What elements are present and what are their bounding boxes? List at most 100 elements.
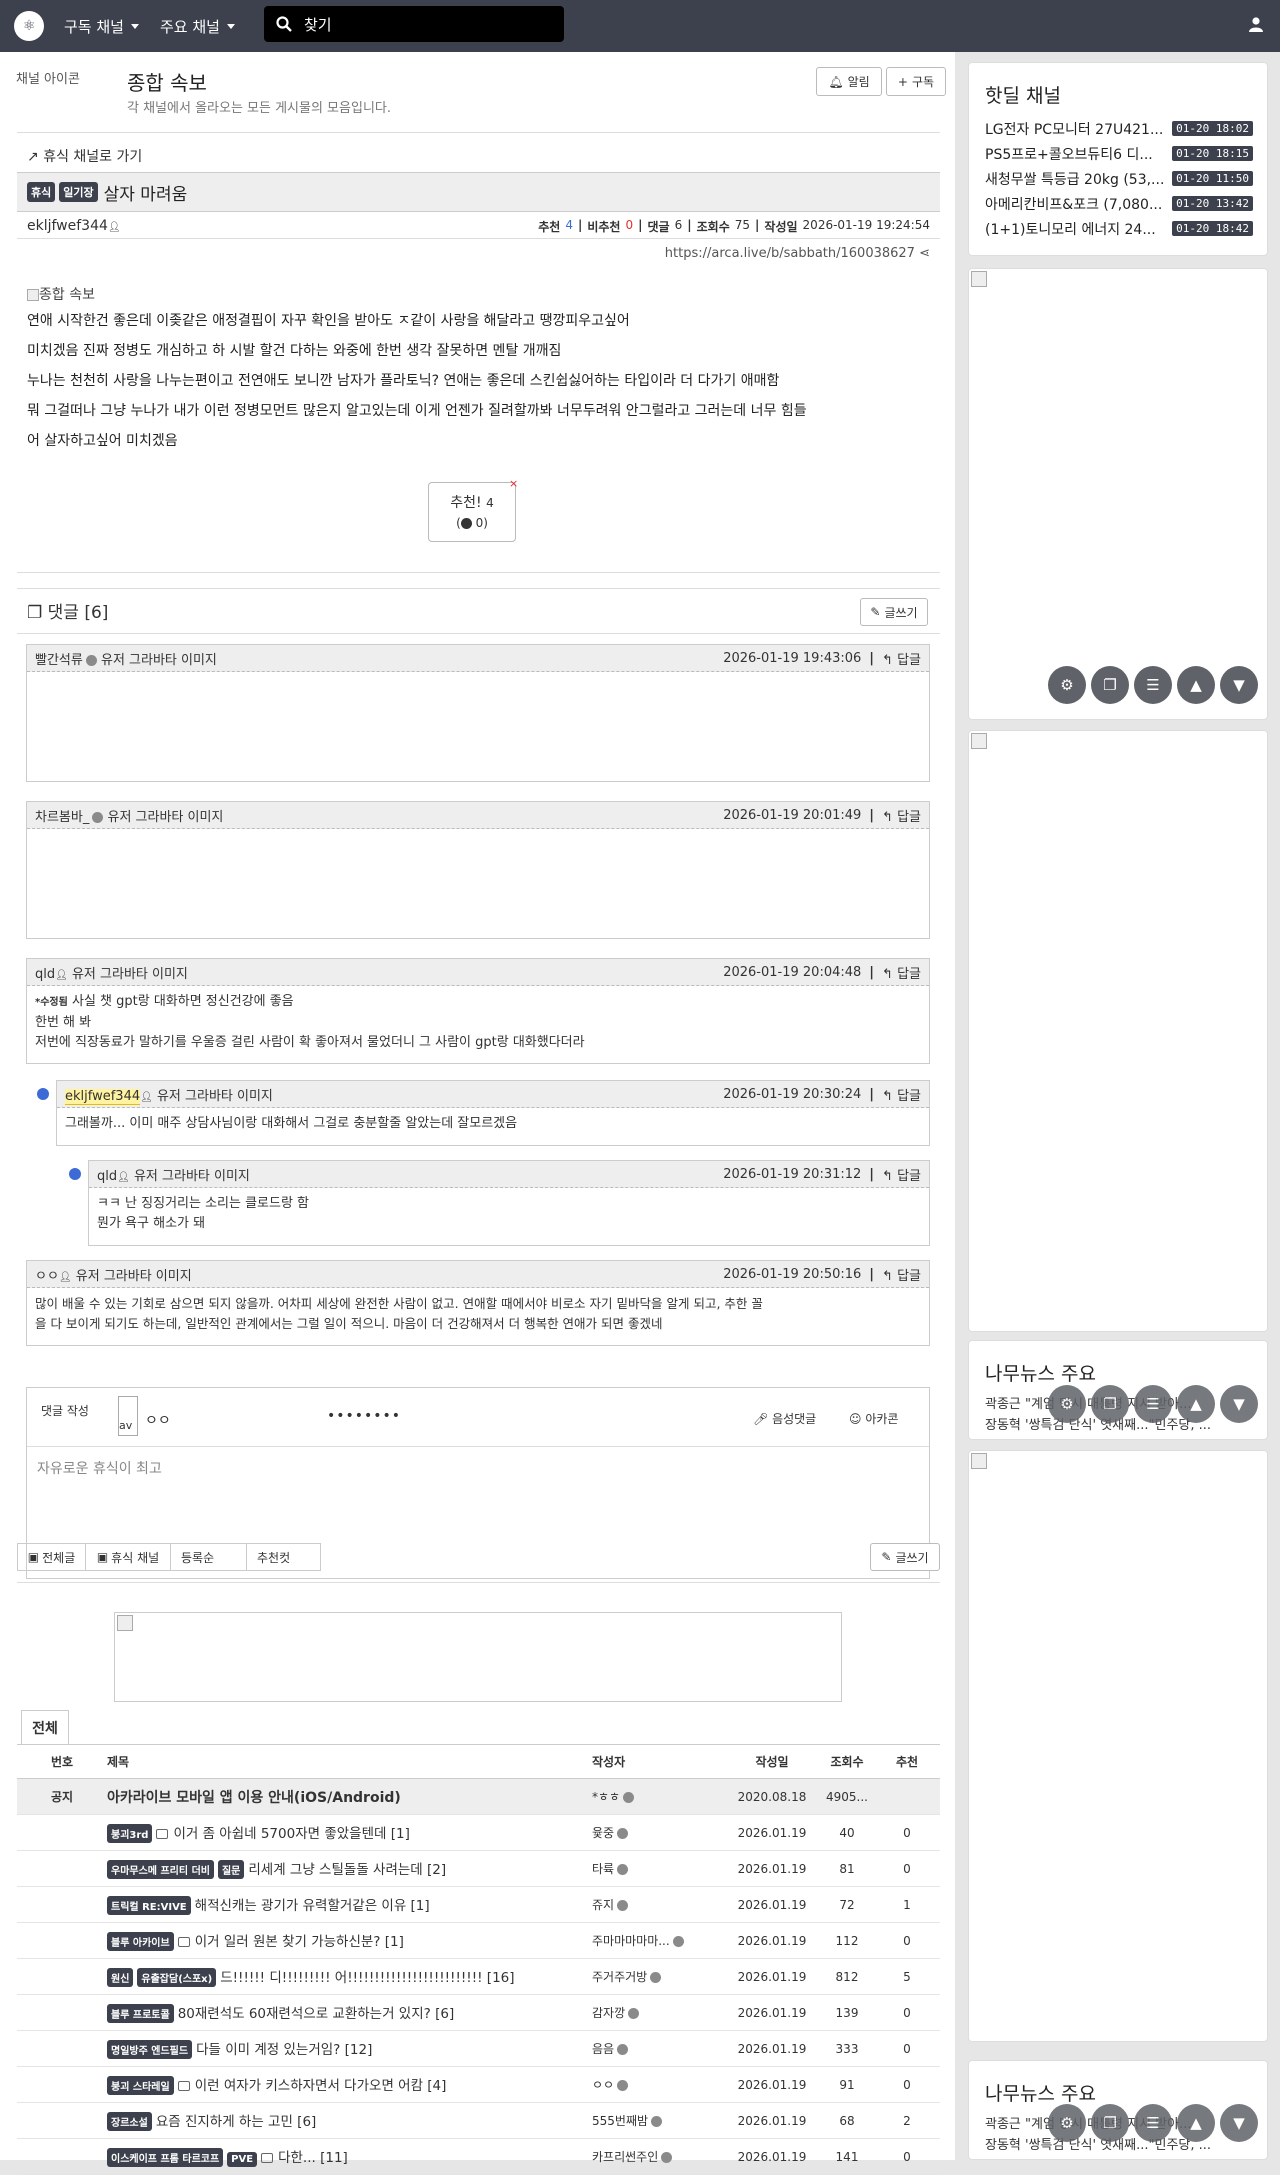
row-author[interactable]: 주마마마마마... [592,1934,670,1948]
ad-banner[interactable] [114,1612,842,1702]
row-author[interactable]: 쥬지 [592,1898,614,1912]
comment-user[interactable]: ekljfwef344 [65,1088,141,1105]
comment-user[interactable]: qld [97,1169,117,1184]
row-author[interactable]: 윷중 [592,1826,614,1840]
table-row[interactable]: 블루 프로토콜 80재련석도 60재련석으로 교환하는거 있지? [6] 감자깡 … [17,1995,940,2031]
post-url-link[interactable]: https://arca.live/b/sabbath/160038627 ⋖ [600,246,930,261]
main-channels-dropdown[interactable]: 주요 채널 [160,0,235,52]
hotdeal-item[interactable]: LG전자 PC모니터 27U421... 01-20 18:02 [969,116,1267,141]
back-to-channel-link[interactable]: ↗ 휴식 채널로 가기 [27,146,142,166]
comment-user[interactable]: 차르봄바_ [35,810,89,825]
row-title-cell[interactable]: 블루 프로토콜 80재련석도 60재련석으로 교환하는거 있지? [6] [107,2002,592,2023]
comment-user[interactable]: qld [35,967,55,982]
comment-user[interactable]: ㅇㅇ [35,1269,59,1284]
voice-comment-button[interactable]: 🎤︎ 음성댓글 [753,1410,816,1427]
category-badge[interactable]: 질문 [217,1860,245,1879]
close-icon[interactable]: × [509,477,518,490]
write-comment-button[interactable]: ✎ 글쓰기 [860,598,928,626]
post-list-button[interactable]: ☰ [1134,666,1172,704]
row-title-cell[interactable]: 붕괴3rd 이거 좀 아쉽네 5700자면 좋았을텐데 [1] [107,1822,592,1843]
category-badge[interactable]: 명일방주 엔드필드 [107,2040,193,2059]
tab-all[interactable]: 전체 [21,1710,69,1744]
category-badge[interactable]: 우마무스메 프리티 더비 [107,1860,214,1879]
reply-button[interactable]: ↰ 답글 [882,649,921,668]
category-badge[interactable]: 휴식 [27,182,56,202]
hotdeal-item[interactable]: 아메리칸비프&포크 (7,080... 01-20 13:42 [969,191,1267,216]
comment-user[interactable]: 빨간석류 [35,653,83,668]
write-post-button[interactable]: ✎ 글쓰기 [870,1543,940,1571]
post-list-button[interactable]: ☰ [1134,2104,1172,2142]
scroll-top-button[interactable]: ▲ [1177,2104,1215,2142]
row-title-cell[interactable]: 원신 유출잡담(스포x) 드!!!!!! 디!!!!!!!!! 어!!!!!!!!!… [107,1966,592,1987]
table-row[interactable]: 붕괴3rd 이거 좀 아쉽네 5700자면 좋았을텐데 [1] 윷중 2026.0… [17,1815,940,1851]
nickname-field[interactable]: ㅇㅇ [145,1410,171,1430]
password-field[interactable]: •••••••• [327,1408,401,1424]
row-author[interactable]: 주거주거방 [592,1970,647,1984]
recommend-button[interactable]: 추천! 4 ( 0) × [428,477,518,542]
settings-button[interactable]: ⚙ [1048,2104,1086,2142]
category-badge[interactable]: 장르소설 [107,2112,152,2131]
row-title-cell[interactable]: 우마무스메 프리티 더비 질문 리세계 그냥 스틸돌돌 사려는데 [2] [107,1858,592,1879]
row-author[interactable]: 555번째밤 [592,2114,648,2128]
category-badge[interactable]: 붕괴 스타레일 [107,2076,174,2095]
hotdeal-item[interactable]: (1+1)토니모리 에너지 24... 01-20 18:42 [969,216,1267,241]
reply-button[interactable]: ↰ 답글 [882,1165,921,1184]
scroll-top-button[interactable]: ▲ [1177,666,1215,704]
reply-button[interactable]: ↰ 답글 [882,963,921,982]
row-author[interactable]: 타륙 [592,1862,614,1876]
category-badge[interactable]: 이스케이프 프롬 타르코프 [107,2148,224,2167]
category-badge[interactable]: 원신 [107,1968,134,1987]
sort-recommend-select[interactable]: 추천컷 [247,1543,321,1571]
table-row[interactable]: 원신 유출잡담(스포x) 드!!!!!! 디!!!!!!!!! 어!!!!!!!!!… [17,1959,940,1995]
channel-list-button[interactable]: ❐ [1091,666,1129,704]
settings-button[interactable]: ⚙ [1048,666,1086,704]
row-author[interactable]: 음음 [592,2042,614,2056]
reply-button[interactable]: ↰ 답글 [882,806,921,825]
scroll-bottom-button[interactable]: ▼ [1220,666,1258,704]
scroll-bottom-button[interactable]: ▼ [1220,1385,1258,1423]
row-title-cell[interactable]: 트릭컬 RE:VIVE 해적신캐는 광기가 유력할거같은 이유 [1] [107,1894,592,1915]
table-row[interactable]: 우마무스메 프리티 더비 질문 리세계 그냥 스틸돌돌 사려는데 [2] 타륙 20… [17,1851,940,1887]
post-author[interactable]: ekljfwef344👤︎ [27,218,121,234]
table-row[interactable]: 붕괴 스타레일 이런 여자가 키스하자면서 다가오면 어캄 [4] ㅇㅇ 2026… [17,2067,940,2103]
category-badge[interactable]: 일기장 [59,182,98,202]
row-author[interactable]: 감자깡 [592,2006,625,2020]
site-logo-icon[interactable]: ⚛ [14,11,44,41]
category-badge[interactable]: 트릭컬 RE:VIVE [107,1896,191,1915]
category-badge[interactable]: 유출잡담(스포x) [137,1968,217,1987]
table-row[interactable]: 공지 아카라이브 모바일 앱 이용 안내(iOS/Android) *ㅎㅎ 20… [17,1779,940,1815]
table-row[interactable]: 이스케이프 프롬 타르코프 PVE 다한... [11] 카프리썬주인 2026.0… [17,2139,940,2175]
reply-button[interactable]: ↰ 답글 [882,1085,921,1104]
row-title-cell[interactable]: 붕괴 스타레일 이런 여자가 키스하자면서 다가오면 어캄 [4] [107,2074,592,2095]
table-row[interactable]: 장르소설 요즘 진지하게 하는 고민 [6] 555번째밤 2026.01.19 … [17,2103,940,2139]
row-title-cell[interactable]: 장르소설 요즘 진지하게 하는 고민 [6] [107,2110,592,2131]
row-title-cell[interactable]: 명일방주 엔드필드 다들 이미 계정 있는거임? [12] [107,2038,592,2059]
category-badge[interactable]: 붕괴3rd [107,1824,153,1843]
all-posts-tab[interactable]: ▣ 전체글 [17,1543,86,1571]
search-input[interactable]: 찾기 [264,6,564,42]
category-badge[interactable]: 블루 아카이브 [107,1932,174,1951]
scroll-bottom-button[interactable]: ▼ [1220,2104,1258,2142]
post-list-button[interactable]: ☰ [1134,1385,1172,1423]
row-title-cell[interactable]: 블루 아카이브 이거 일러 원본 찾기 가능하신분? [1] [107,1930,592,1951]
subscribe-button[interactable]: + 구독 [886,67,946,96]
channel-list-button[interactable]: ❐ [1091,2104,1129,2142]
user-icon[interactable] [1248,16,1264,32]
row-author[interactable]: 카프리썬주인 [592,2150,658,2164]
hotdeal-item[interactable]: PS5프로+콜오브듀티6 디... 01-20 18:15 [969,141,1267,166]
channel-list-button[interactable]: ❐ [1091,1385,1129,1423]
hotdeal-item[interactable]: 새청무쌀 특등급 20kg (53,... 01-20 11:50 [969,166,1267,191]
subscribed-channels-dropdown[interactable]: 구독 채널 [64,0,139,52]
table-row[interactable]: 블루 아카이브 이거 일러 원본 찾기 가능하신분? [1] 주마마마마마... … [17,1923,940,1959]
emoticon-button[interactable]: ☺ 아카콘 [849,1410,898,1427]
category-badge[interactable]: 블루 프로토콜 [107,2004,174,2023]
sort-latest-select[interactable]: 등록순 [171,1543,247,1571]
notify-button[interactable]: 🔔︎ 알림 [816,67,882,96]
settings-button[interactable]: ⚙ [1048,1385,1086,1423]
comment-textarea[interactable]: 자유로운 휴식이 최고 [37,1458,162,1478]
scroll-top-button[interactable]: ▲ [1177,1385,1215,1423]
table-row[interactable]: 명일방주 엔드필드 다들 이미 계정 있는거임? [12] 음음 2026.01.… [17,2031,940,2067]
channel-tab[interactable]: ▣ 휴식 채널 [86,1543,171,1571]
reply-button[interactable]: ↰ 답글 [882,1265,921,1284]
table-row[interactable]: 트릭컬 RE:VIVE 해적신캐는 광기가 유력할거같은 이유 [1] 쥬지 20… [17,1887,940,1923]
